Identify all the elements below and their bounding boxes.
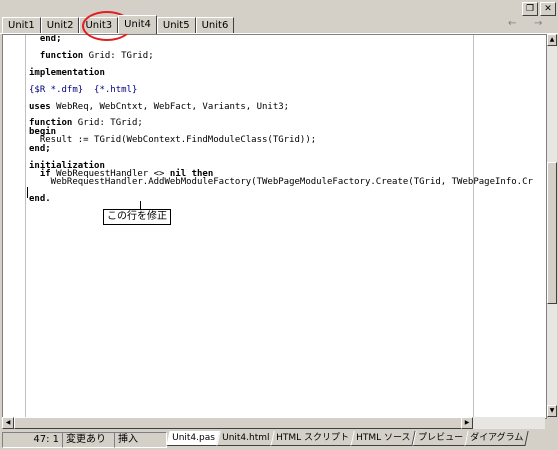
view-tab[interactable]: ダイアグラム — [464, 431, 529, 446]
modified-indicator: 変更あり — [62, 432, 115, 448]
tab-unit6[interactable]: Unit6 — [195, 17, 235, 34]
view-tab-strip: Unit4.pas Unit4.html HTML スクリプト HTML ソース プレビ… — [166, 431, 529, 446]
code-editor-window: ❐ ✕ Unit1 Unit2 Unit3 Unit4 Unit5 Unit6 ← → e… — [0, 0, 558, 450]
view-tab-label: HTML スクリプト — [276, 433, 350, 443]
text-caret — [27, 187, 28, 198]
view-tab-label: ダイアグラム — [469, 433, 524, 443]
code-keyword: implementation — [29, 67, 105, 78]
code-line: end. — [29, 194, 533, 205]
unit-tab-strip: Unit1 Unit2 Unit3 Unit4 Unit5 Unit6 — [2, 15, 235, 34]
scroll-right-icon[interactable]: ▶ — [461, 417, 473, 429]
view-tab-label: Unit4.pas — [172, 433, 215, 443]
editor-gutter — [3, 35, 26, 418]
code-text: Result := TGrid(WebContext.FindModuleCla… — [29, 135, 317, 146]
view-tab-label: プレビュー — [417, 433, 463, 443]
code-editor[interactable]: end; function Grid: TGrid; implementation… — [2, 34, 547, 419]
back-arrow-icon[interactable]: ← — [508, 18, 516, 29]
scroll-down-icon[interactable]: ▼ — [547, 405, 557, 417]
close-button[interactable]: ✕ — [540, 2, 556, 16]
horizontal-scrollbar[interactable]: ◀ ▶ — [2, 417, 545, 429]
cursor-position: 47: 1 — [2, 432, 63, 448]
code-line: {$R *.dfm} {*.html} — [29, 84, 533, 95]
code-keyword: end; — [29, 143, 51, 154]
code-directive: {$R *.dfm} {*.html} — [29, 84, 138, 95]
code-line: Result := TGrid(WebContext.FindModuleCla… — [29, 135, 533, 146]
vertical-scroll-thumb[interactable] — [547, 162, 557, 304]
code-text: Grid: TGrid; — [83, 50, 154, 61]
code-text: WebRequestHandler.AddWebModuleFactory(TW… — [29, 177, 533, 188]
code-line: WebRequestHandler.AddWebModuleFactory(TW… — [29, 177, 533, 188]
code-line: end; — [29, 143, 533, 154]
horizontal-scroll-thumb[interactable] — [14, 417, 472, 429]
vertical-scrollbar[interactable]: ▲ ▼ — [547, 34, 557, 417]
edit-line-callout: この行を修正 — [103, 209, 171, 225]
view-tab[interactable]: Unit4.html — [216, 431, 275, 446]
tab-unit5[interactable]: Unit5 — [156, 17, 196, 34]
code-keyword: uses — [29, 101, 51, 112]
tab-unit4[interactable]: Unit4 — [118, 15, 157, 34]
code-keyword: end; — [29, 34, 62, 44]
view-tab[interactable]: HTML スクリプト — [270, 431, 355, 446]
code-line: uses WebReq, WebCntxt, WebFact, Variants… — [29, 101, 533, 112]
status-bar: 47: 1 変更あり 挿入 Unit4.pas Unit4.html HTML スク… — [0, 430, 558, 450]
code-keyword: end. — [29, 194, 51, 205]
window-controls: ❐ ✕ — [522, 2, 556, 16]
view-tab[interactable]: Unit4.pas — [166, 431, 221, 446]
restore-button[interactable]: ❐ — [522, 2, 538, 16]
view-tab[interactable]: プレビュー — [412, 431, 469, 446]
view-tab-label: HTML ソース — [356, 433, 411, 443]
code-text: Grid: TGrid; — [72, 118, 143, 129]
code-line: function Grid: TGrid; — [29, 118, 533, 129]
code-line: implementation — [29, 67, 533, 78]
insert-mode-indicator: 挿入 — [114, 432, 167, 448]
view-tab[interactable]: HTML ソース — [350, 431, 417, 446]
code-keyword: function — [39, 50, 84, 61]
scroll-left-icon[interactable]: ◀ — [2, 417, 14, 429]
tab-unit2[interactable]: Unit2 — [40, 17, 80, 34]
source-code[interactable]: end; function Grid: TGrid; implementation… — [29, 35, 533, 204]
forward-arrow-icon[interactable]: → — [534, 18, 542, 29]
code-line: function Grid: TGrid; — [29, 50, 533, 61]
view-tab-label: Unit4.html — [221, 433, 270, 443]
scroll-up-icon[interactable]: ▲ — [547, 34, 557, 46]
code-text: WebReq, WebCntxt, WebFact, Variants, Uni… — [50, 101, 290, 112]
tab-unit1[interactable]: Unit1 — [2, 17, 41, 34]
